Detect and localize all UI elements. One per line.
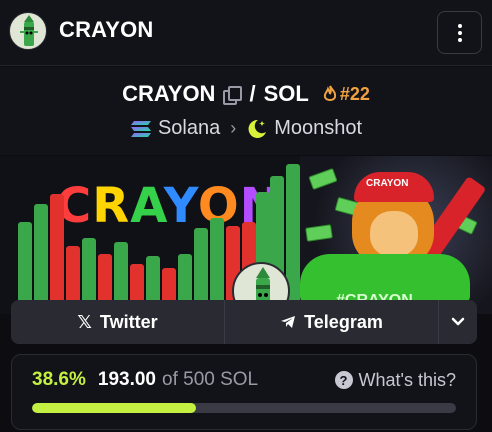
base-token: CRAYON (122, 81, 216, 106)
solana-icon (130, 120, 151, 137)
progress-percent: 38.6% (32, 369, 86, 390)
chevron-right-icon: › (230, 118, 237, 138)
trending-rank[interactable]: #22 (323, 84, 370, 105)
x-twitter-icon: 𝕏 (77, 311, 92, 332)
chain-breadcrumb: Solana › Moonshot (0, 117, 492, 140)
token-name: CRAYON (59, 17, 154, 42)
question-icon: ? (334, 371, 353, 389)
more-options-button[interactable] (437, 11, 482, 54)
quote-token: SOL (263, 81, 309, 106)
token-banner: CRAYON (0, 156, 492, 314)
progress-bar-fill (32, 403, 196, 413)
flame-icon (323, 85, 336, 101)
pair-title: CRAYON / SOL #22 (0, 81, 492, 107)
copy-icon[interactable] (223, 86, 243, 105)
social-links-bar: 𝕏 Twitter Telegram (11, 300, 477, 344)
more-links-button[interactable] (438, 300, 477, 344)
token-avatar (9, 12, 47, 50)
progress-amount: 193.00 (97, 369, 156, 390)
chevron-down-icon (451, 317, 465, 326)
telegram-link-button[interactable]: Telegram (224, 300, 438, 344)
bonding-curve-progress: 38.6% 193.00 of 500 SOL ? What's this? (11, 354, 477, 430)
whats-this-button[interactable]: ? What's this? (334, 369, 456, 391)
token-header: CRAYON (0, 0, 492, 66)
cap-label: CRAYON (366, 178, 409, 189)
dex-link[interactable]: Moonshot (274, 117, 362, 140)
telegram-label: Telegram (304, 311, 383, 332)
crayon-mascot-icon (20, 15, 38, 46)
pair-separator: / (249, 81, 256, 106)
kebab-menu-icon (457, 23, 462, 42)
lion-mascot-art: CRAYON #CRAYON (300, 156, 492, 314)
chain-link[interactable]: Solana (158, 117, 220, 140)
progress-total: of 500 SOL (162, 369, 259, 390)
whats-this-label: What's this? (358, 369, 456, 390)
pair-info: CRAYON / SOL #22 Solana › Moonshot (0, 67, 492, 155)
telegram-icon (281, 316, 296, 328)
twitter-link-button[interactable]: 𝕏 Twitter (11, 300, 224, 344)
progress-summary: 38.6% 193.00 of 500 SOL ? What's this? (32, 369, 456, 391)
rank-value: #22 (339, 83, 370, 104)
twitter-label: Twitter (99, 311, 158, 332)
moonshot-icon (248, 119, 267, 138)
progress-bar (32, 403, 456, 413)
